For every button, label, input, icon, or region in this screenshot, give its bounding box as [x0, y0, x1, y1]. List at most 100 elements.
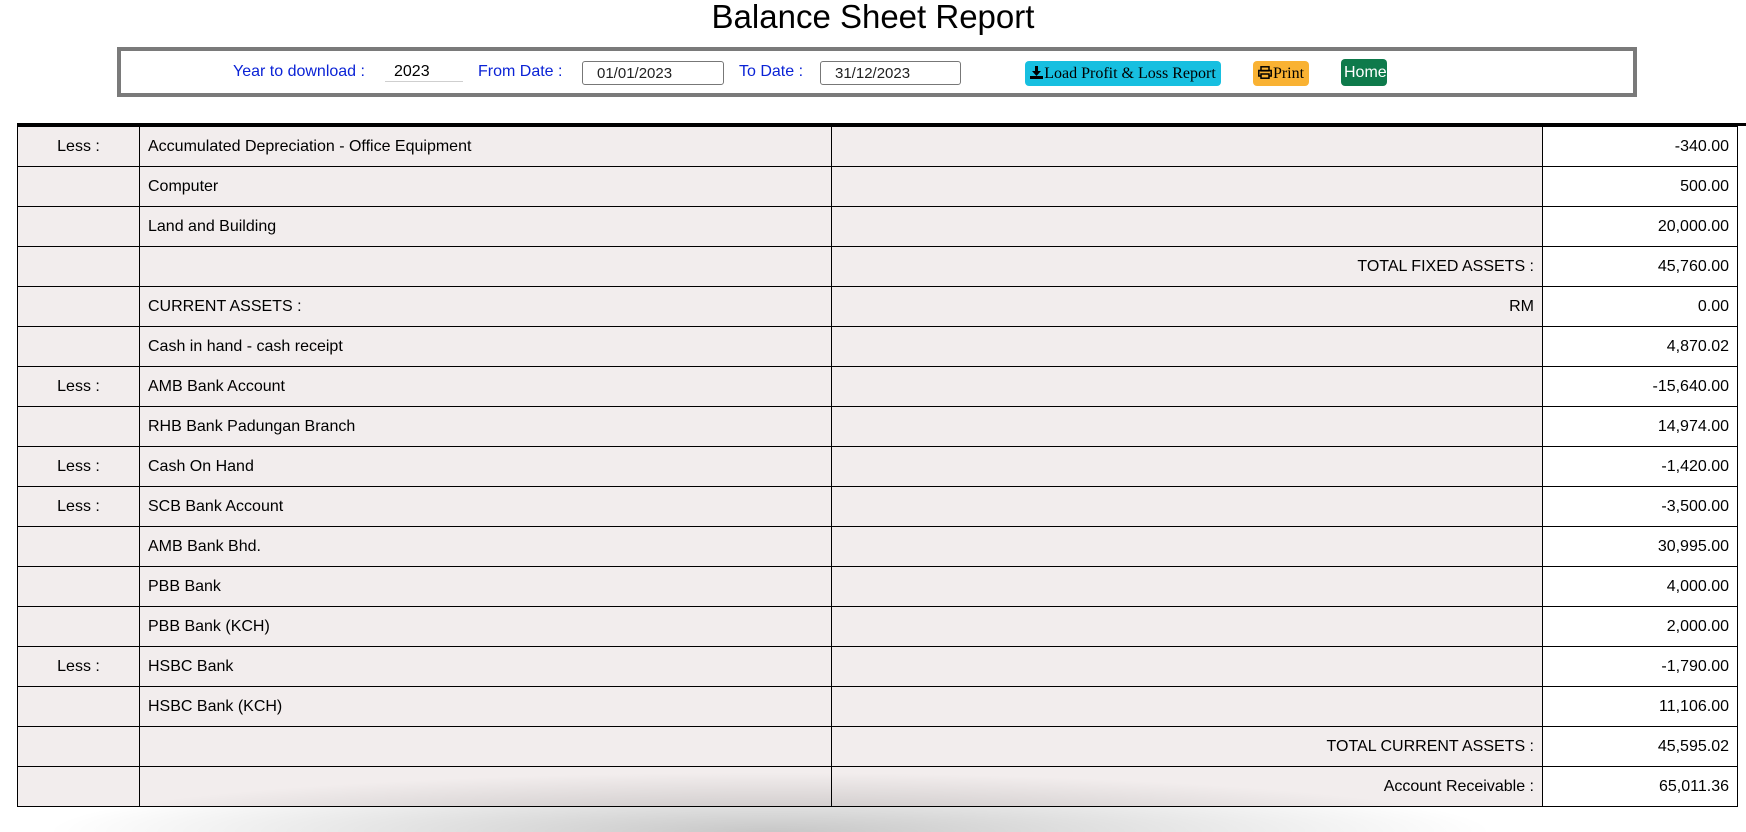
row-amount-cell: 4,000.00 [1542, 566, 1738, 607]
table-row: Less : Accumulated Depreciation - Office … [17, 126, 1738, 167]
row-prefix-cell: Less : [17, 646, 140, 687]
to-date-input[interactable] [820, 61, 961, 85]
table-row: Land and Building 20,000.00 [17, 206, 1738, 247]
report-toolbar: Year to download : From Date : To Date :… [117, 47, 1637, 97]
year-input[interactable] [385, 60, 463, 82]
row-summary-cell [831, 606, 1543, 647]
row-amount-cell: 30,995.00 [1542, 526, 1738, 567]
table-row: Account Receivable :65,011.36 [17, 766, 1738, 807]
row-description-cell [139, 766, 832, 807]
balance-sheet-table: Less : Accumulated Depreciation - Office … [17, 126, 1738, 807]
print-label: Print [1272, 65, 1305, 82]
row-summary-cell: RM [831, 286, 1543, 327]
row-prefix-cell [17, 406, 140, 447]
row-description-cell: Cash On Hand [139, 446, 832, 487]
table-row: TOTAL CURRENT ASSETS :45,595.02 [17, 726, 1738, 767]
row-prefix-cell [17, 566, 140, 607]
load-profit-loss-button[interactable]: Load Profit & Loss Report [1025, 61, 1221, 86]
row-amount-cell: 20,000.00 [1542, 206, 1738, 247]
print-icon [1257, 62, 1272, 87]
row-summary-cell [831, 166, 1543, 207]
row-prefix-cell: Less : [17, 126, 140, 167]
table-row: PBB Bank 4,000.00 [17, 566, 1738, 607]
page-title: Balance Sheet Report [711, 0, 1035, 35]
year-label: Year to download : [233, 63, 365, 80]
row-summary-cell [831, 686, 1543, 727]
table-row: AMB Bank Bhd. 30,995.00 [17, 526, 1738, 567]
row-amount-cell: -3,500.00 [1542, 486, 1738, 527]
row-description-cell: Land and Building [139, 206, 832, 247]
row-summary-cell [831, 446, 1543, 487]
table-row: Computer 500.00 [17, 166, 1738, 207]
load-profit-loss-label: Load Profit & Loss Report [1044, 65, 1216, 82]
row-summary-cell [831, 326, 1543, 367]
row-summary-cell [831, 126, 1543, 167]
row-amount-cell: 45,760.00 [1542, 246, 1738, 287]
row-summary-cell: TOTAL FIXED ASSETS : [831, 246, 1543, 287]
row-prefix-cell [17, 766, 140, 807]
row-amount-cell: 4,870.02 [1542, 326, 1738, 367]
table-row: Less : SCB Bank Account -3,500.00 [17, 486, 1738, 527]
table-row: RHB Bank Padungan Branch 14,974.00 [17, 406, 1738, 447]
table-row: Less : Cash On Hand -1,420.00 [17, 446, 1738, 487]
row-description-cell: Computer [139, 166, 832, 207]
row-amount-cell: -15,640.00 [1542, 366, 1738, 407]
print-button[interactable]: Print [1253, 61, 1309, 86]
row-prefix-cell: Less : [17, 486, 140, 527]
row-amount-cell: 14,974.00 [1542, 406, 1738, 447]
table-row: Less : AMB Bank Account -15,640.00 [17, 366, 1738, 407]
from-date-label: From Date : [478, 63, 563, 80]
row-prefix-cell [17, 326, 140, 367]
row-prefix-cell [17, 726, 140, 767]
download-icon [1030, 62, 1044, 87]
row-summary-cell [831, 366, 1543, 407]
row-amount-cell: 11,106.00 [1542, 686, 1738, 727]
to-date-label: To Date : [739, 63, 804, 80]
table-row: Cash in hand - cash receipt 4,870.02 [17, 326, 1738, 367]
from-date-input[interactable] [582, 61, 724, 85]
table-row: Less : HSBC Bank -1,790.00 [17, 646, 1738, 687]
balance-sheet-body: Less : Accumulated Depreciation - Office … [17, 126, 1738, 807]
home-button[interactable]: Home [1341, 59, 1387, 86]
row-description-cell: AMB Bank Account [139, 366, 832, 407]
row-prefix-cell [17, 166, 140, 207]
row-prefix-cell [17, 286, 140, 327]
row-summary-cell: Account Receivable : [831, 766, 1543, 807]
row-summary-cell [831, 646, 1543, 687]
row-summary-cell [831, 486, 1543, 527]
row-amount-cell: 65,011.36 [1542, 766, 1738, 807]
row-prefix-cell [17, 526, 140, 567]
row-description-cell: PBB Bank (KCH) [139, 606, 832, 647]
table-row: PBB Bank (KCH) 2,000.00 [17, 606, 1738, 647]
row-amount-cell: -1,420.00 [1542, 446, 1738, 487]
row-description-cell: Accumulated Depreciation - Office Equipm… [139, 126, 832, 167]
table-row: HSBC Bank (KCH) 11,106.00 [17, 686, 1738, 727]
row-summary-cell [831, 406, 1543, 447]
row-prefix-cell [17, 206, 140, 247]
row-amount-cell: -340.00 [1542, 126, 1738, 167]
row-summary-cell [831, 526, 1543, 567]
row-description-cell [139, 726, 832, 767]
row-summary-cell [831, 206, 1543, 247]
row-prefix-cell [17, 606, 140, 647]
row-prefix-cell: Less : [17, 446, 140, 487]
table-row: CURRENT ASSETS : RM 0.00 [17, 286, 1738, 327]
row-summary-cell: TOTAL CURRENT ASSETS : [831, 726, 1543, 767]
row-prefix-cell: Less : [17, 366, 140, 407]
row-description-cell: RHB Bank Padungan Branch [139, 406, 832, 447]
row-prefix-cell [17, 246, 140, 287]
row-amount-cell: 0.00 [1542, 286, 1738, 327]
row-prefix-cell [17, 686, 140, 727]
row-amount-cell: 2,000.00 [1542, 606, 1738, 647]
table-row: TOTAL FIXED ASSETS :45,760.00 [17, 246, 1738, 287]
row-description-cell: HSBC Bank (KCH) [139, 686, 832, 727]
row-description-cell: AMB Bank Bhd. [139, 526, 832, 567]
row-summary-cell [831, 566, 1543, 607]
row-amount-cell: -1,790.00 [1542, 646, 1738, 687]
row-description-cell: HSBC Bank [139, 646, 832, 687]
row-description-cell: PBB Bank [139, 566, 832, 607]
row-description-cell: CURRENT ASSETS : [139, 286, 832, 327]
row-description-cell: SCB Bank Account [139, 486, 832, 527]
row-amount-cell: 45,595.02 [1542, 726, 1738, 767]
row-amount-cell: 500.00 [1542, 166, 1738, 207]
